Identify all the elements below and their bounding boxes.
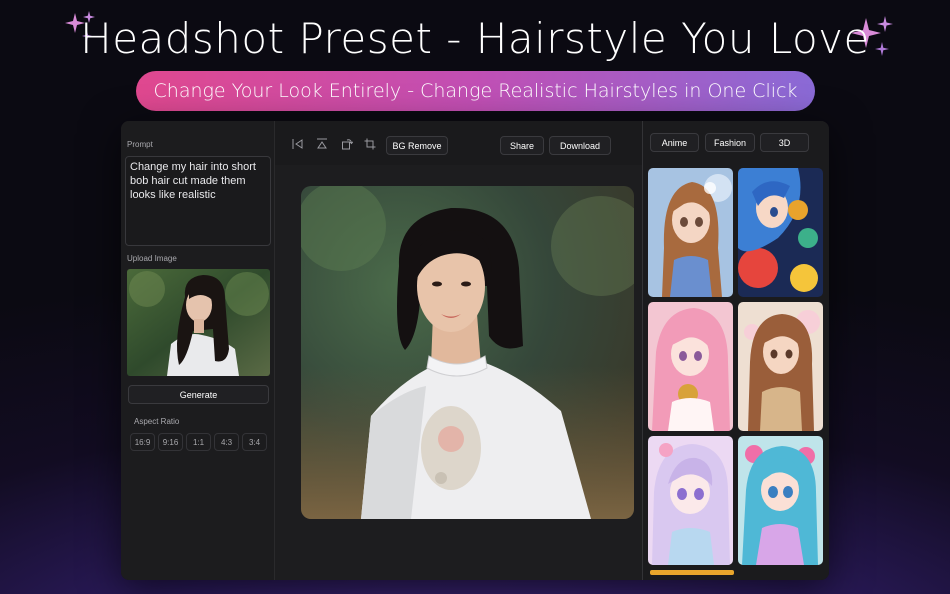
- gallery-item-partial[interactable]: [650, 570, 734, 575]
- category-3d[interactable]: 3D: [760, 133, 809, 152]
- aspect-ratio-9-16[interactable]: 9:16: [158, 433, 183, 451]
- gallery-item[interactable]: [738, 168, 823, 297]
- aspect-ratio-group: 16:9 9:16 1:1 4:3 3:4: [130, 433, 267, 451]
- canvas-panel: BG Remove Share Download: [275, 121, 642, 580]
- aspect-ratio-16-9[interactable]: 16:9: [130, 433, 155, 451]
- app-window: Prompt Change my hair into short bob hai…: [121, 121, 829, 580]
- prompt-label: Prompt: [127, 140, 153, 149]
- gallery-item[interactable]: [648, 302, 733, 431]
- style-gallery-panel: Anime Fashion 3D: [642, 121, 829, 580]
- align-top-icon[interactable]: [316, 138, 328, 150]
- aspect-ratio-label: Aspect Ratio: [134, 417, 180, 426]
- gallery-item[interactable]: [738, 302, 823, 431]
- crop-icon[interactable]: [364, 138, 376, 150]
- category-fashion[interactable]: Fashion: [705, 133, 755, 152]
- generate-button[interactable]: Generate: [128, 385, 269, 404]
- subtitle-text: Change Your Look Entirely - Change Reali…: [153, 80, 798, 102]
- aspect-ratio-3-4[interactable]: 3:4: [242, 433, 267, 451]
- align-left-icon[interactable]: [292, 138, 304, 150]
- gallery-item[interactable]: [648, 168, 733, 297]
- share-button[interactable]: Share: [500, 136, 544, 155]
- download-button[interactable]: Download: [549, 136, 611, 155]
- subtitle-banner: Change Your Look Entirely - Change Reali…: [136, 71, 815, 111]
- aspect-ratio-1-1[interactable]: 1:1: [186, 433, 211, 451]
- aspect-ratio-4-3[interactable]: 4:3: [214, 433, 239, 451]
- upload-image-label: Upload Image: [127, 254, 177, 263]
- toolbar: BG Remove Share Download: [275, 121, 642, 165]
- left-panel: Prompt Change my hair into short bob hai…: [121, 121, 275, 580]
- rotate-icon[interactable]: [341, 138, 353, 150]
- prompt-input[interactable]: Change my hair into short bob hair cut m…: [125, 156, 271, 246]
- generated-image: [301, 186, 634, 519]
- gallery-item[interactable]: [648, 436, 733, 565]
- bg-remove-button[interactable]: BG Remove: [386, 136, 448, 155]
- gallery-item[interactable]: [738, 436, 823, 565]
- category-anime[interactable]: Anime: [650, 133, 699, 152]
- upload-image-thumbnail[interactable]: [127, 269, 270, 376]
- page-title: Headshot Preset - Hairstyle You Love: [80, 14, 870, 63]
